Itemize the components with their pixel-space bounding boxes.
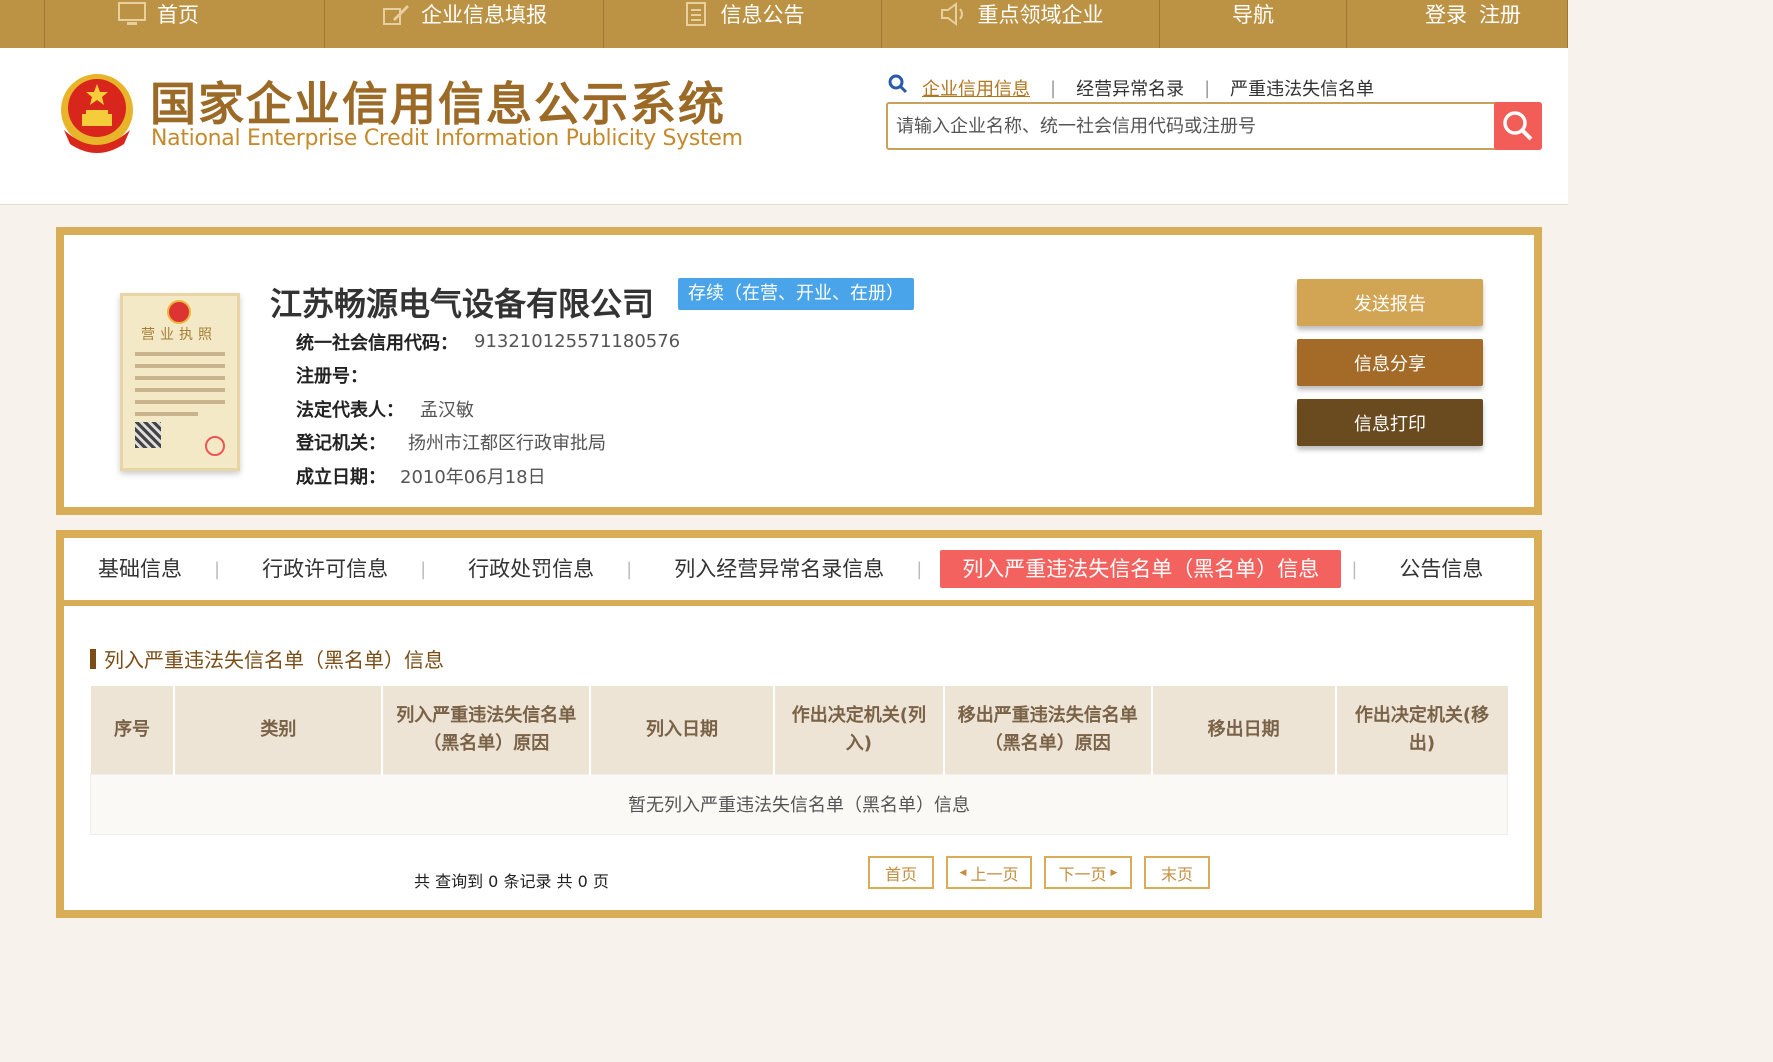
info-value: 孟汉敏 (420, 399, 474, 421)
license-emblem-icon (167, 300, 191, 324)
nav-account: 登录 注册 (1346, 0, 1568, 48)
nav-enterprise-fill-label: 企业信息填报 (421, 3, 547, 27)
info-row-reg-no: 注册号： (296, 359, 680, 393)
info-value: 扬州市江都区行政审批局 (408, 433, 606, 455)
empty-message: 暂无列入严重违法失信名单（黑名单）信息 (90, 773, 1508, 835)
divider: | (1204, 77, 1211, 99)
col-remove-date: 移出日期 (1151, 686, 1337, 774)
edit-icon (383, 5, 409, 25)
first-page-button[interactable]: 首页 (868, 856, 934, 889)
prev-page-label: 上一页 (970, 864, 1019, 884)
share-info-button[interactable]: 信息分享 (1297, 339, 1483, 386)
national-emblem-icon (61, 74, 133, 153)
divider: | (214, 558, 221, 580)
divider: | (1351, 558, 1358, 580)
nav-enterprise-fill[interactable]: 企业信息填报 (324, 0, 603, 48)
info-label: 成立日期： (296, 466, 386, 488)
info-label: 法定代表人： (296, 399, 404, 421)
nav-guide[interactable]: 导航 (1159, 0, 1346, 48)
company-summary-panel: 营业执照 江苏畅源电气设备有限公司 存续（在营、开业、在册） 统一社会信用代码：… (56, 227, 1542, 515)
next-page-button[interactable]: 下一页 ▶ (1044, 856, 1132, 889)
nav-guide-label: 导航 (1232, 3, 1274, 27)
section-title-text: 列入严重违法失信名单（黑名单）信息 (104, 648, 444, 672)
next-page-label: 下一页 (1058, 864, 1107, 884)
qr-code-icon (135, 422, 161, 448)
search-input[interactable] (896, 104, 1494, 148)
last-page-button[interactable]: 末页 (1144, 856, 1210, 889)
tab-announcement[interactable]: 公告信息 (1399, 550, 1483, 588)
register-link[interactable]: 注册 (1479, 0, 1521, 29)
table-row: 暂无列入严重违法失信名单（黑名单）信息 (90, 773, 1508, 835)
info-value: 913210125571180576 (474, 331, 681, 353)
monitor-icon (118, 2, 146, 25)
magnifier-icon (888, 74, 908, 94)
info-row-authority: 登记机关： 扬州市江都区行政审批局 (296, 426, 680, 460)
info-row-credit-code: 统一社会信用代码： 913210125571180576 (296, 325, 680, 359)
col-remove-reason: 移出严重违法失信名单（黑名单）原因 (943, 686, 1153, 774)
blacklist-table: 序号 类别 列入严重违法失信名单（黑名单）原因 列入日期 作出决定机关(列入) … (90, 686, 1508, 835)
col-remove-authority: 作出决定机关(移出) (1335, 686, 1508, 774)
table-header-row: 序号 类别 列入严重违法失信名单（黑名单）原因 列入日期 作出决定机关(列入) … (90, 686, 1508, 774)
site-logo-subtitle: National Enterprise Credit Information P… (151, 126, 743, 151)
info-label: 登记机关： (296, 433, 386, 455)
nav-key-field-label: 重点领域企业 (977, 3, 1104, 27)
pagination-summary: 共 查询到 0 条记录 共 0 页 (414, 872, 609, 891)
divider: | (626, 558, 633, 580)
tab-admin-penalty[interactable]: 行政处罚信息 (468, 550, 594, 588)
info-label: 统一社会信用代码： (296, 332, 458, 354)
tab-bar: 基础信息 | 行政许可信息 | 行政处罚信息 | 列入经营异常名录信息 | 列入… (64, 538, 1534, 606)
nav-notice[interactable]: 信息公告 (603, 0, 881, 48)
search-scope-blacklist[interactable]: 严重违法失信名单 (1230, 75, 1374, 101)
divider: | (1050, 77, 1057, 99)
col-index: 序号 (90, 686, 176, 774)
login-link[interactable]: 登录 (1425, 0, 1467, 29)
company-info-list: 统一社会信用代码： 913210125571180576 注册号： 法定代表人：… (296, 325, 680, 493)
top-nav: 首页 企业信息填报 信息公告 重点领域企业 导航 登录 注册 (0, 0, 1568, 48)
search-box (886, 102, 1542, 150)
prev-page-button[interactable]: ◀ 上一页 (946, 856, 1032, 889)
speaker-icon (940, 2, 963, 26)
search-icon (1503, 111, 1533, 141)
caret-right-icon: ▶ (1110, 867, 1118, 878)
divider: | (916, 558, 923, 580)
col-category: 类别 (174, 686, 384, 774)
info-value: 2010年06月18日 (400, 466, 546, 488)
section-title: 列入严重违法失信名单（黑名单）信息 (90, 644, 444, 673)
business-license-thumbnail[interactable]: 营业执照 (120, 293, 240, 471)
search-button[interactable] (1494, 102, 1542, 150)
caret-left-icon: ◀ (959, 867, 967, 878)
nav-home[interactable]: 首页 (44, 0, 324, 48)
status-badge: 存续（在营、开业、在册） (678, 278, 914, 310)
section-marker (90, 648, 96, 669)
col-list-date: 列入日期 (590, 686, 775, 774)
tab-basic-info[interactable]: 基础信息 (98, 550, 182, 588)
company-name: 江苏畅源电气设备有限公司 (270, 285, 655, 323)
search-scope-abnormal[interactable]: 经营异常名录 (1076, 75, 1184, 101)
divider: | (420, 558, 427, 580)
search-scope-links: 企业信用信息 | 经营异常名录 | 严重违法失信名单 (922, 75, 1374, 101)
nav-key-field[interactable]: 重点领域企业 (881, 0, 1159, 48)
info-row-founded: 成立日期： 2010年06月18日 (296, 459, 680, 493)
info-label: 注册号： (296, 366, 368, 388)
col-list-reason: 列入严重违法失信名单（黑名单）原因 (382, 686, 592, 774)
tab-blacklist[interactable]: 列入严重违法失信名单（黑名单）信息 (940, 550, 1342, 588)
info-row-legal-rep: 法定代表人： 孟汉敏 (296, 392, 680, 426)
license-text-lines (135, 352, 225, 424)
detail-tab-panel: 基础信息 | 行政许可信息 | 行政处罚信息 | 列入经营异常名录信息 | 列入… (56, 530, 1542, 918)
site-logo-title: 国家企业信用信息公示系统 (150, 77, 726, 131)
document-icon (685, 2, 706, 26)
nav-notice-label: 信息公告 (720, 3, 805, 27)
license-title: 营业执照 (141, 327, 217, 343)
search-scope-credit[interactable]: 企业信用信息 (922, 75, 1030, 101)
tab-abnormal-list[interactable]: 列入经营异常名录信息 (674, 550, 884, 588)
tab-admin-license[interactable]: 行政许可信息 (262, 550, 388, 588)
nav-home-label: 首页 (157, 3, 199, 27)
print-info-button[interactable]: 信息打印 (1297, 399, 1483, 446)
site-header: 国家企业信用信息公示系统 National Enterprise Credit … (0, 48, 1568, 205)
col-list-authority: 作出决定机关(列入) (773, 686, 945, 774)
seal-icon (205, 436, 225, 456)
send-report-button[interactable]: 发送报告 (1297, 279, 1483, 326)
